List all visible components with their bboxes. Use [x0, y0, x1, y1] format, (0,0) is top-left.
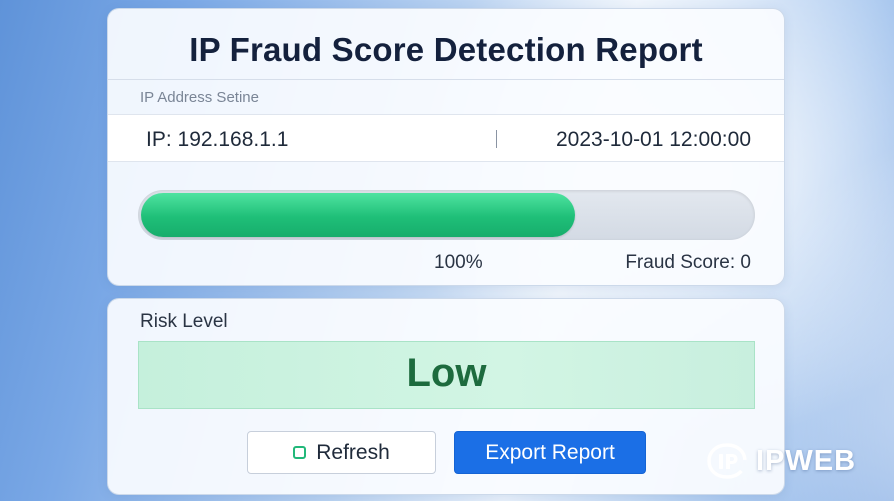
section-label: IP Address Setine — [140, 89, 259, 106]
fraud-progress-bar — [138, 190, 755, 240]
progress-percent: 100% — [434, 252, 483, 273]
ip-info-row: IP: 192.168.1.1 2023-10-01 12:00:00 — [108, 114, 784, 162]
refresh-label: Refresh — [316, 440, 390, 464]
risk-level-label: Risk Level — [140, 311, 228, 332]
title-divider — [108, 79, 784, 80]
ip-address: IP: 192.168.1.1 — [146, 128, 289, 151]
page-title: IP Fraud Score Detection Report — [189, 31, 703, 68]
progress-fill — [141, 193, 575, 237]
brand-watermark: IPWEB — [706, 441, 856, 481]
risk-level-value: Low — [406, 351, 487, 395]
fraud-score: Fraud Score: 0 — [625, 252, 751, 273]
square-outline-icon — [293, 446, 307, 459]
risk-level-box: Low — [138, 341, 755, 409]
risk-panel: Risk Level Low Refresh Export Report — [107, 298, 785, 495]
export-label: Export Report — [485, 440, 615, 464]
report-panel: IP Fraud Score Detection Report IP Addre… — [107, 8, 785, 286]
ipweb-logo-icon — [707, 443, 747, 479]
refresh-button[interactable]: Refresh — [247, 431, 436, 474]
export-report-button[interactable]: Export Report — [454, 431, 646, 474]
brand-name: IPWEB — [756, 444, 857, 477]
separator — [496, 130, 497, 148]
timestamp: 2023-10-01 12:00:00 — [556, 128, 751, 151]
